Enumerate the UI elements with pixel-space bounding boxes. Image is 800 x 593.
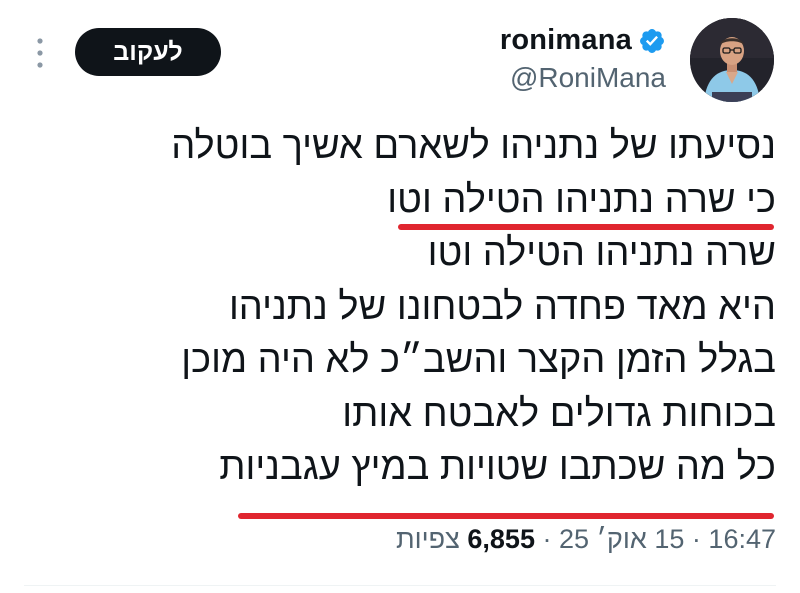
meta-separator: ·: [691, 524, 701, 554]
views-count: 6,855: [467, 524, 535, 554]
follow-button[interactable]: לעקוב: [75, 28, 221, 76]
tweet-line: היא מאד פחדה לבטחונו של נתניהו: [228, 285, 776, 328]
tweet-line: נסיעתו של נתניהו לשארם אשיך בוטלה: [171, 125, 776, 167]
more-options-icon[interactable]: [34, 36, 46, 70]
author-display-name[interactable]: ronimana: [500, 24, 632, 57]
red-underline-annotation: [398, 224, 774, 230]
avatar[interactable]: [690, 18, 774, 102]
tweet-line: כי שרה נתניהו הטילה וטו: [387, 178, 776, 221]
tweet-line: בגלל הזמן הקצר והשב״כ לא היה מוכן: [181, 339, 776, 381]
meta-separator: ·: [542, 524, 552, 554]
tweet-meta: 16:47 · 15 אוק׳ 25 · 6,855 צפיות: [396, 524, 776, 555]
author-name-row[interactable]: ronimana: [500, 24, 666, 57]
tweet-line: כל מה שכתבו שטויות במיץ עגבניות: [219, 446, 776, 488]
tweet-card: ronimana @RoniMana לעקוב נסיעתו של נתניה…: [0, 0, 800, 593]
red-underline-annotation: [238, 513, 774, 519]
tweet-line: שרה נתניהו הטילה וטו: [427, 232, 776, 274]
verified-badge-icon: [640, 28, 664, 53]
views-label: צפיות: [396, 524, 460, 554]
tweet-date[interactable]: 15 אוק׳ 25: [559, 524, 684, 554]
tweet-line: בכוחות גדולים לאבטח אותו: [342, 392, 776, 435]
tweet-text: נסיעתו של נתניהו לשארם אשיך בוטלה כי שרה…: [76, 120, 776, 495]
tweet-time[interactable]: 16:47: [708, 524, 776, 554]
divider: [24, 585, 776, 586]
author-handle[interactable]: @RoniMana: [510, 62, 666, 94]
